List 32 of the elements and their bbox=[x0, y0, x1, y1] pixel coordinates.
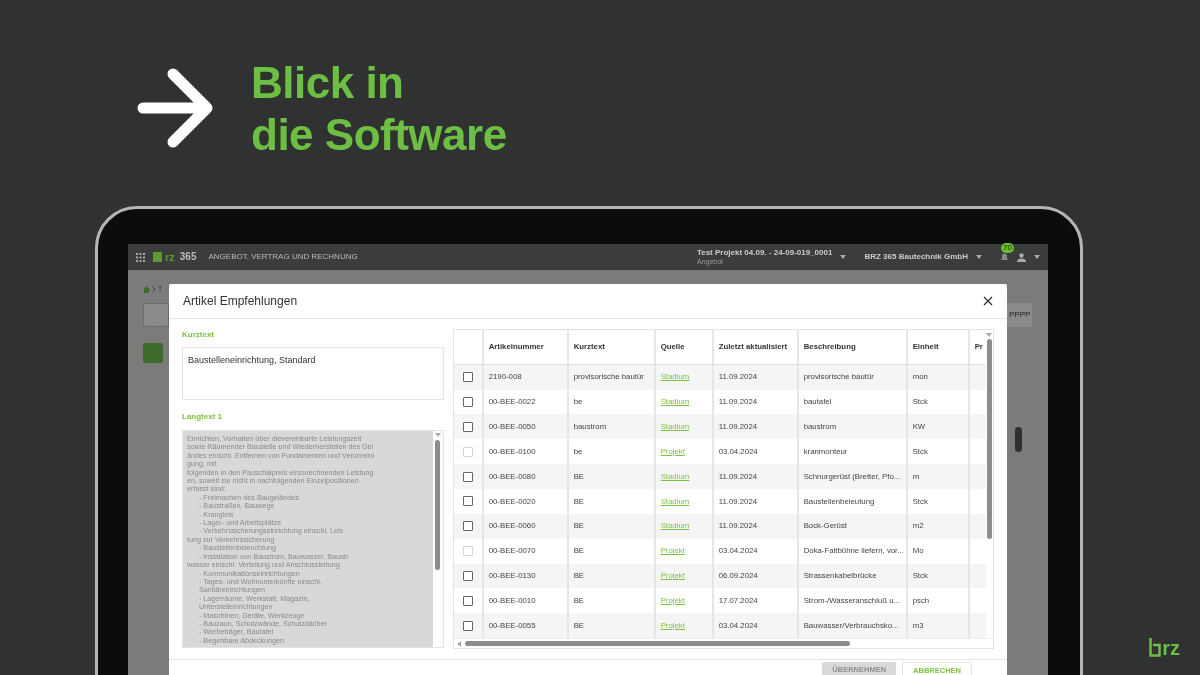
brand-logo: rz 365 bbox=[153, 251, 197, 263]
dialog-title: Artikel Empfehlungen bbox=[183, 293, 298, 310]
checkbox[interactable] bbox=[462, 471, 473, 482]
headline: Blick in bbox=[251, 57, 405, 109]
caret-icon bbox=[986, 333, 993, 337]
notification-badge: 70 bbox=[1001, 243, 1014, 253]
field-label: Langtext 1 bbox=[182, 412, 223, 422]
caret-icon bbox=[1034, 255, 1040, 259]
caret-icon bbox=[976, 255, 982, 259]
bell-icon[interactable] bbox=[1000, 252, 1009, 262]
checkbox[interactable] bbox=[462, 397, 473, 408]
chevron-icon bbox=[152, 286, 156, 293]
project-name[interactable]: Test Projekt 04.09. - 24-09-019_0001 bbox=[696, 249, 833, 257]
product-title: ANGEBOT, VERTRAG UND RECHNUNG bbox=[208, 251, 358, 263]
corner-logo: rz bbox=[1149, 637, 1180, 657]
company-name[interactable]: BRZ 365 Bautechnik GmbH bbox=[864, 251, 968, 263]
close-icon[interactable] bbox=[983, 296, 993, 306]
apps-grid-icon[interactable] bbox=[136, 252, 145, 262]
headline: die Software bbox=[251, 109, 507, 161]
checkbox[interactable] bbox=[462, 496, 473, 507]
checkbox[interactable] bbox=[462, 421, 473, 432]
checkbox[interactable] bbox=[462, 620, 473, 631]
checkbox[interactable] bbox=[462, 570, 473, 581]
toolbar-button[interactable]: PPPP bbox=[1007, 303, 1033, 327]
field-label: Kurztext bbox=[182, 330, 215, 340]
checkbox[interactable] bbox=[462, 595, 473, 606]
checkbox[interactable] bbox=[462, 521, 473, 532]
kurztext-field[interactable]: Baustelleneinrichtung, Standard bbox=[182, 347, 444, 400]
checkbox[interactable] bbox=[462, 372, 473, 383]
scrollbar bbox=[1015, 427, 1022, 452]
caret-icon bbox=[840, 255, 847, 259]
user-icon[interactable] bbox=[1017, 252, 1026, 262]
